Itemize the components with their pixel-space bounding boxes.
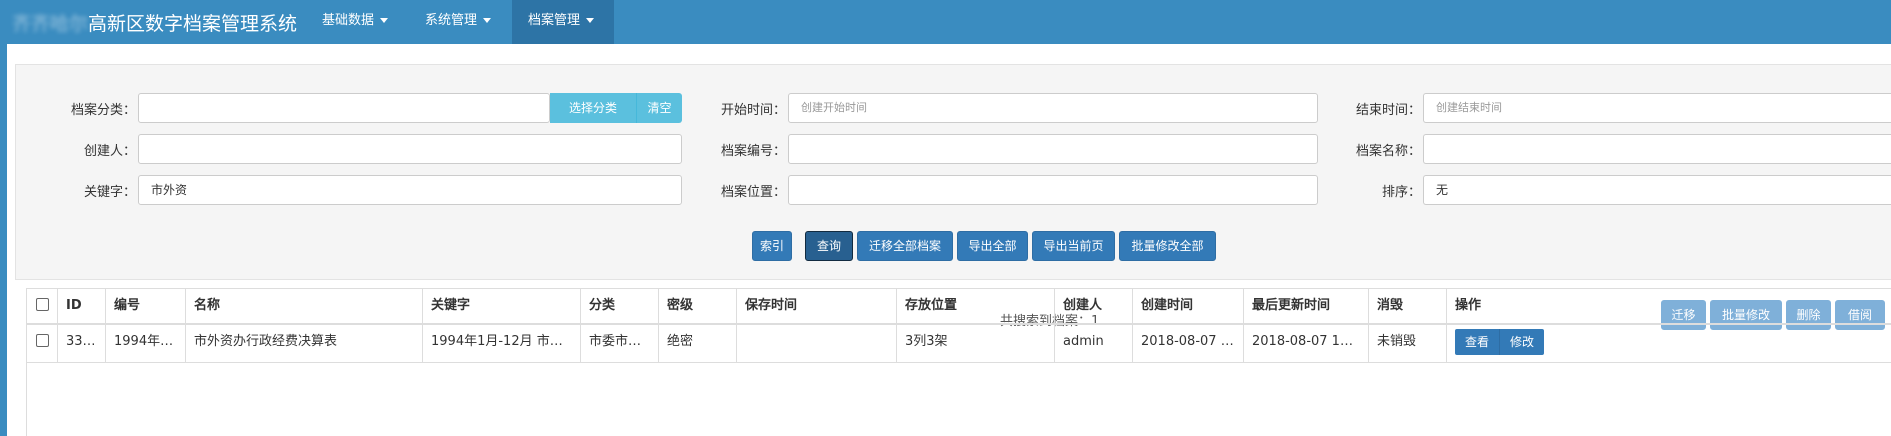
- export-page-button[interactable]: 导出当前页: [1032, 231, 1115, 261]
- row-checkbox[interactable]: [35, 334, 49, 347]
- end-time-input[interactable]: 创建结束时间: [1423, 93, 1891, 123]
- cell-name: 市外资办行政经费决算表: [186, 325, 423, 362]
- creator-input[interactable]: [138, 134, 682, 164]
- table-row[interactable]: 3315 1994年1... 市外资办行政经费决算表 1994年1月-12月 市…: [27, 325, 1891, 363]
- search-filter-panel: 档案分类： 选择分类 清空 开始时间： 创建开始时间 结束时间： 创建结束时间 …: [15, 64, 1891, 280]
- migrate-all-button[interactable]: 迁移全部档案: [857, 231, 953, 261]
- cell-keep-time: [737, 325, 897, 362]
- keyword-label: 关键字：: [83, 185, 136, 200]
- col-keyword[interactable]: 关键字: [423, 289, 581, 323]
- location-label: 档案位置：: [720, 185, 786, 200]
- col-creator[interactable]: 创建人: [1055, 289, 1133, 323]
- view-button[interactable]: 查看: [1455, 329, 1500, 355]
- nav-label: 基础数据: [322, 13, 375, 28]
- select-all-checkbox[interactable]: [35, 298, 49, 311]
- archive-name-input[interactable]: [1423, 134, 1891, 164]
- table-header: ID 编号 名称 关键字 分类 密级 保存时间 存放位置 创建人 创建时间 最后…: [27, 288, 1891, 325]
- cell-destroyed: 未销毁: [1369, 325, 1447, 362]
- select-all-cell: [27, 289, 58, 323]
- col-id[interactable]: ID: [58, 289, 106, 323]
- start-time-label: 开始时间：: [720, 103, 786, 118]
- cell-secret-level: 绝密: [659, 325, 737, 362]
- nav-label: 系统管理: [425, 13, 478, 28]
- location-input[interactable]: [788, 175, 1318, 205]
- cell-number: 1994年1...: [106, 325, 186, 362]
- start-time-input[interactable]: 创建开始时间: [788, 93, 1318, 123]
- col-keep-time[interactable]: 保存时间: [737, 289, 897, 323]
- row-select-cell: [27, 325, 58, 362]
- sort-label: 排序：: [1381, 185, 1421, 200]
- end-time-label: 结束时间：: [1355, 103, 1421, 118]
- edit-button[interactable]: 修改: [1499, 329, 1545, 355]
- col-secret-level[interactable]: 密级: [659, 289, 737, 323]
- col-category[interactable]: 分类: [581, 289, 659, 323]
- col-number[interactable]: 编号: [106, 289, 186, 323]
- nav-basic-data[interactable]: 基础数据: [312, 0, 398, 44]
- cell-location: 3列3架: [897, 325, 1055, 362]
- archive-table: ID 编号 名称 关键字 分类 密级 保存时间 存放位置 创建人 创建时间 最后…: [26, 288, 1891, 436]
- choose-category-button[interactable]: 选择分类: [550, 93, 636, 123]
- col-name[interactable]: 名称: [186, 289, 423, 323]
- caret-down-icon: [586, 18, 595, 23]
- nav-archive-management[interactable]: 档案管理: [512, 0, 614, 44]
- col-location[interactable]: 存放位置: [897, 289, 1055, 323]
- cell-creator: admin: [1055, 325, 1133, 362]
- export-all-button[interactable]: 导出全部: [957, 231, 1028, 261]
- archive-no-label: 档案编号：: [720, 144, 786, 159]
- brand-prefix: 齐齐哈尔: [12, 13, 89, 35]
- cell-updated-time: 2018-08-07 14:16:45: [1244, 325, 1369, 362]
- cell-category: 市委市政...: [581, 325, 659, 362]
- nav-label: 档案管理: [528, 13, 581, 28]
- cell-id: 3315: [58, 325, 106, 362]
- category-label: 档案分类：: [70, 103, 136, 118]
- app-title: 齐齐哈尔高新区数字档案管理系统: [12, 9, 297, 36]
- cell-keyword: 1994年1月-12月 市外资...: [423, 325, 581, 362]
- keyword-input[interactable]: 市外资: [138, 175, 682, 205]
- batch-edit-all-button[interactable]: 批量修改全部: [1119, 231, 1216, 261]
- creator-label: 创建人：: [83, 144, 136, 159]
- archive-name-label: 档案名称：: [1355, 144, 1421, 159]
- category-input[interactable]: [138, 93, 550, 123]
- col-destroyed[interactable]: 消毁: [1369, 289, 1447, 323]
- query-button[interactable]: 查询: [805, 231, 853, 261]
- nav-system-management[interactable]: 系统管理: [415, 0, 501, 44]
- sort-select[interactable]: 无: [1423, 175, 1891, 205]
- archive-no-input[interactable]: [788, 134, 1318, 164]
- col-created-time[interactable]: 创建时间: [1133, 289, 1244, 323]
- index-button[interactable]: 索引: [752, 231, 792, 261]
- top-navbar: 齐齐哈尔高新区数字档案管理系统 基础数据 系统管理 档案管理: [0, 0, 1891, 44]
- col-operation: 操作: [1455, 298, 1482, 313]
- col-updated-time[interactable]: 最后更新时间: [1244, 289, 1369, 323]
- cell-created-time: 2018-08-07 14:...: [1133, 325, 1244, 362]
- brand-title: 高新区数字档案管理系统: [88, 13, 298, 35]
- cell-operation: 查看 修改: [1447, 325, 1891, 362]
- caret-down-icon: [380, 18, 389, 23]
- caret-down-icon: [483, 18, 492, 23]
